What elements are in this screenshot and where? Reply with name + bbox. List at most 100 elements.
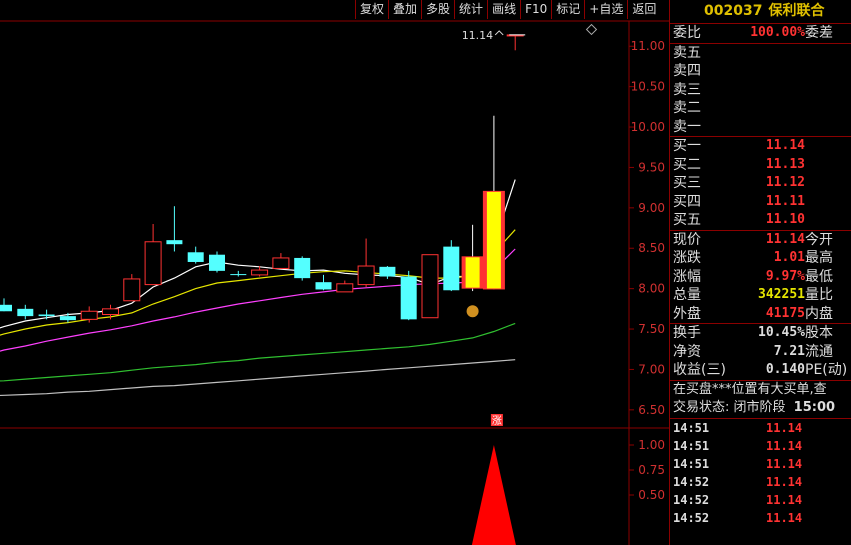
diamond-icon (585, 23, 598, 36)
candle-body-up (336, 283, 354, 293)
stat-label: 涨幅 (673, 268, 701, 285)
stat-row: 涨幅 9.97% 最低 (670, 268, 851, 287)
notice-text[interactable]: 在买盘***位置有大买单,查 (670, 381, 851, 400)
tick-row: 14:51 11.14 (670, 455, 851, 473)
multi-stock-button[interactable]: 多股 (421, 0, 454, 19)
stock-code: 002037 (704, 3, 763, 19)
fund-label: 收益(三) (673, 362, 726, 378)
sell-row: 卖五 (670, 44, 851, 63)
fund-label2: 流通 (805, 343, 833, 360)
candle-body-limitup-inner (486, 191, 501, 289)
candle-body-down (294, 257, 311, 279)
y-tick-label: 10.00 (631, 120, 665, 134)
y-tick-label: 7.50 (638, 322, 665, 336)
tick-time: 14:52 (673, 492, 710, 507)
sub-y-tick-label: 1.00 (638, 438, 665, 452)
tick-price: 11.14 (766, 456, 803, 471)
quote-panel: 002037 保利联合 委比 100.00% 委差 卖五 卖四 卖三 卖二 卖一 … (669, 0, 851, 545)
candle-body-down (400, 276, 417, 320)
signal-triangle (471, 445, 516, 545)
stat-label2: 今开 (805, 231, 833, 248)
buy-price: 11.11 (765, 193, 805, 209)
tick-price: 11.14 (766, 420, 803, 435)
buy-price: 11.13 (765, 156, 805, 172)
candle-body-limitup-inner (465, 257, 480, 288)
candle-body-up (357, 265, 375, 286)
last-price-label: 11.14 (462, 29, 494, 42)
statistics-button[interactable]: 统计 (454, 0, 487, 19)
candle-body-down (166, 240, 183, 245)
buy-row: 买二 11.13 (670, 156, 851, 175)
y-tick-label: 11.00 (631, 39, 665, 53)
candle-body-up (251, 269, 269, 276)
fund-label: 换手 (673, 325, 701, 341)
chart-toolbar: 复权 叠加 多股 统计 画线 F10 标记 +自选 返回 (355, 0, 660, 20)
stat-label: 总量 (673, 287, 701, 303)
y-tick-label: 9.00 (638, 201, 665, 215)
stat-value: 9.97% (765, 268, 805, 284)
trade-status-label: 交易状态: 闭市阶段 (673, 400, 786, 415)
tick-price: 11.14 (766, 438, 803, 453)
tick-time: 14:51 (673, 456, 710, 471)
buy-label: 买三 (673, 175, 701, 191)
stat-value: 342251 (758, 287, 805, 302)
candle-body-up (272, 257, 290, 269)
y-tick-label: 6.50 (638, 403, 665, 417)
back-button[interactable]: 返回 (627, 0, 660, 19)
weibi-value: 100.00% (750, 25, 805, 40)
kline-chart[interactable]: 11.00 10.50 10.00 9.50 9.00 8.50 8.00 7.50 7.00 6… (0, 0, 669, 545)
stat-label2: 最低 (805, 268, 833, 285)
overlay-button[interactable]: 叠加 (388, 0, 421, 19)
tick-row: 14:52 11.14 (670, 491, 851, 509)
tick-time: 14:52 (673, 474, 710, 489)
ma-line (0, 322, 516, 382)
y-tick-label: 8.50 (638, 241, 665, 255)
zhang-marker-text: 涨 (492, 415, 502, 427)
sell-row: 卖一 (670, 118, 851, 137)
stock-name: 保利联合 (768, 3, 825, 19)
tick-price: 11.14 (766, 474, 803, 489)
sub-y-tick-label: 0.75 (638, 463, 665, 477)
stat-value: 1.01 (773, 250, 805, 265)
stat-value: 41175 (765, 305, 805, 321)
fund-value: 10.45% (758, 325, 805, 340)
fund-row: 换手 10.45% 股本 (670, 324, 851, 343)
trade-status-time: 15:00 (793, 400, 836, 415)
stat-row: 涨跌 1.01 最高 (670, 249, 851, 268)
candle-body-down (187, 252, 204, 262)
fuquan-button[interactable]: 复权 (355, 0, 388, 19)
stat-label2: 量比 (805, 287, 833, 303)
f10-button[interactable]: F10 (520, 0, 551, 19)
candle-body-up (144, 241, 162, 286)
tick-time: 14:52 (673, 510, 710, 525)
fund-label: 净资 (673, 343, 701, 360)
fund-row: 净资 7.21 流通 (670, 343, 851, 362)
candle-body-up (102, 308, 119, 315)
buy-label: 买五 (673, 212, 701, 228)
buy-price: 11.12 (765, 175, 805, 190)
buy-row: 买四 11.11 (670, 193, 851, 212)
candle-body-down (17, 308, 34, 317)
stat-label2: 内盘 (805, 305, 833, 322)
draw-line-button[interactable]: 画线 (487, 0, 520, 19)
ma-line (0, 359, 516, 397)
candle-body-down (59, 316, 76, 321)
sell-label: 卖五 (673, 44, 701, 61)
sell-label: 卖二 (673, 100, 701, 116)
buy-row: 买一 11.14 (670, 137, 851, 156)
stat-label: 现价 (673, 231, 701, 248)
price-pointer-icon (494, 30, 504, 36)
stat-label: 外盘 (673, 305, 701, 322)
sell-label: 卖四 (673, 63, 701, 79)
weicha-label: 委差 (805, 25, 833, 41)
y-tick-label: 8.00 (638, 282, 665, 296)
stat-row: 总量 342251 量比 (670, 286, 851, 305)
tick-price: 11.14 (766, 510, 803, 525)
sell-row: 卖二 (670, 99, 851, 118)
add-watchlist-button[interactable]: +自选 (584, 0, 627, 19)
tick-price: 11.14 (766, 492, 803, 507)
stock-header: 002037 保利联合 (670, 0, 851, 24)
mark-button[interactable]: 标记 (551, 0, 584, 19)
fund-value: 0.140 (765, 362, 805, 377)
buy-row: 买五 11.10 (670, 211, 851, 230)
